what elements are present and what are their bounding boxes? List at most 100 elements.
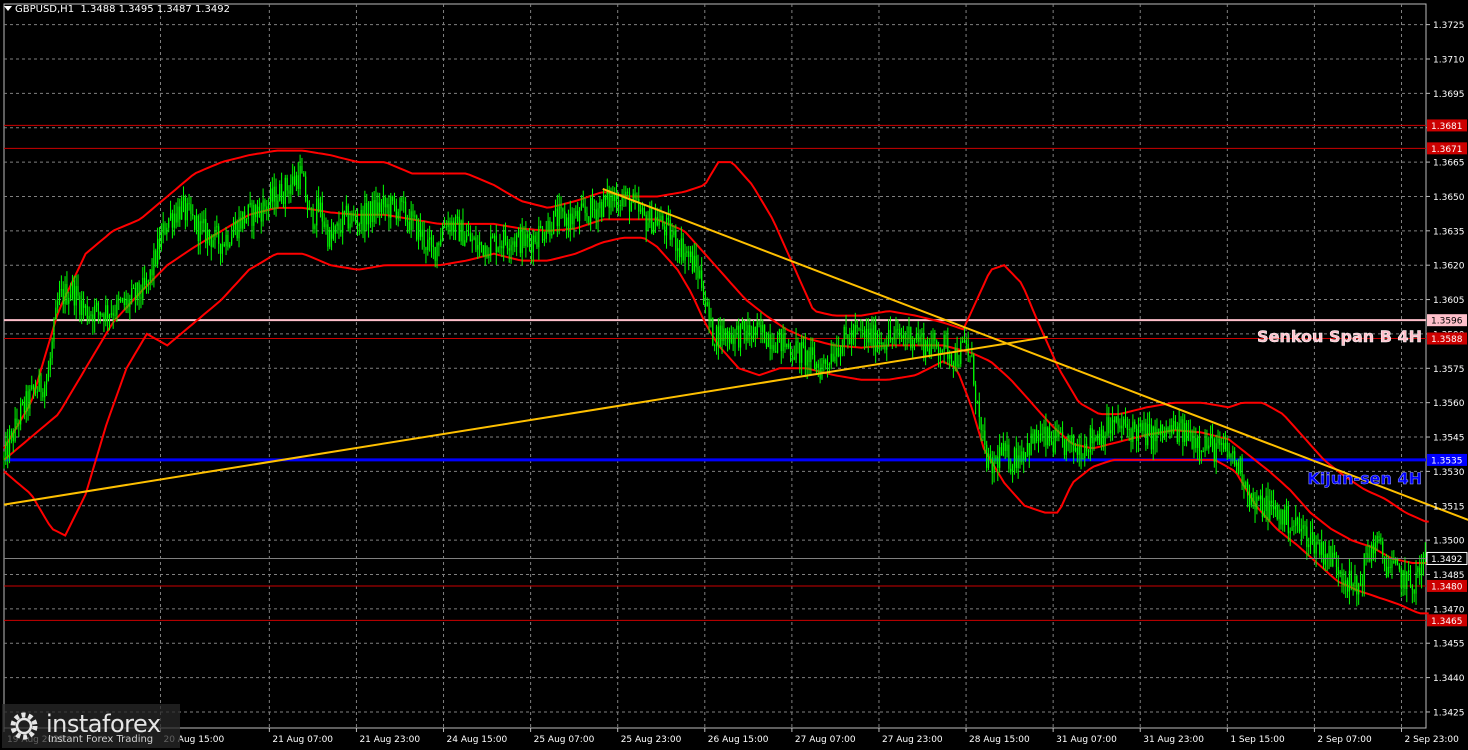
candle-body: [314, 225, 316, 229]
candle-body: [708, 302, 710, 321]
candle-body: [1295, 517, 1297, 526]
candle-body: [286, 177, 288, 191]
candle-body: [599, 202, 601, 209]
candle-body: [575, 210, 577, 217]
candle-body: [999, 447, 1001, 468]
candle-body: [847, 334, 849, 339]
candle-body: [23, 401, 25, 413]
candle-body: [425, 247, 427, 251]
candle-body: [1221, 442, 1223, 445]
candle-body: [1258, 496, 1260, 500]
gear-logo-icon: [10, 712, 38, 740]
candle-body: [430, 237, 433, 246]
candle-body: [330, 230, 333, 239]
candle-body: [584, 206, 586, 213]
candle-body: [1228, 451, 1230, 458]
candle-body: [1189, 431, 1191, 433]
candle-body: [179, 206, 181, 220]
candle-body: [1289, 530, 1291, 534]
candle-body: [945, 334, 947, 338]
candle-body: [715, 326, 718, 346]
candle-body: [1378, 536, 1380, 538]
candle-body: [284, 177, 286, 204]
candle-body: [390, 196, 392, 218]
candle-body: [627, 191, 629, 193]
candle-body: [1087, 451, 1090, 453]
y-tick-label: 1.3470: [1433, 605, 1465, 615]
candle-body: [210, 236, 212, 247]
candle-body: [395, 205, 397, 220]
candle-body: [29, 389, 31, 409]
candle-body: [1089, 428, 1091, 453]
candle-body: [3, 455, 5, 460]
candle-body: [5, 441, 7, 456]
candle-body: [79, 295, 81, 315]
candle-body: [1076, 448, 1078, 455]
candle-body: [247, 204, 249, 219]
candle-body: [62, 289, 64, 305]
candle-body: [845, 326, 847, 335]
candle-body: [467, 233, 470, 235]
candle-body: [47, 370, 50, 382]
candle-body: [525, 234, 527, 247]
candle-body: [18, 424, 20, 426]
candle-body: [1028, 443, 1030, 456]
candle-body: [1274, 506, 1276, 510]
candle-body: [203, 218, 205, 224]
candle-body: [173, 213, 175, 228]
candle-body: [258, 206, 260, 211]
candle-body: [556, 208, 558, 227]
price-chart[interactable]: 1.37251.37101.36951.36801.36651.36501.36…: [0, 0, 1468, 750]
candle-body: [580, 203, 583, 210]
candle-body: [119, 300, 122, 302]
candle-body: [699, 270, 701, 278]
candle-body: [658, 220, 660, 226]
candle-body: [801, 342, 803, 363]
candle-body: [516, 235, 518, 247]
candle-body: [34, 389, 37, 393]
candle-body: [554, 208, 557, 211]
candle-body: [1252, 493, 1254, 503]
candle-body: [442, 227, 444, 240]
candle-body: [429, 237, 431, 240]
candle-body: [514, 241, 516, 247]
candle-body: [31, 385, 33, 390]
level-price-tag-text: 1.3535: [1431, 456, 1463, 466]
candle-body: [493, 235, 496, 238]
candle-body: [355, 215, 357, 222]
candle-body: [508, 248, 510, 251]
candle-body: [1284, 509, 1286, 525]
candle-body: [186, 203, 188, 221]
candle-body: [1117, 416, 1119, 426]
candle-body: [588, 216, 590, 223]
level-price-tag-text: 1.3480: [1431, 582, 1463, 592]
symbol-label: GBPUSD,H1: [15, 4, 75, 15]
candle-body: [53, 319, 55, 342]
candle-body: [1254, 502, 1256, 510]
candle-body: [714, 345, 716, 347]
x-tick-label: 21 Aug 07:00: [272, 735, 333, 745]
candle-body: [484, 245, 486, 256]
candle-body: [867, 328, 869, 343]
candle-body: [765, 342, 768, 347]
candle-body: [166, 227, 168, 235]
candle-body: [782, 333, 784, 352]
candle-body: [536, 242, 538, 248]
candle-body: [689, 251, 692, 257]
candle-body: [1319, 542, 1321, 555]
candle-body: [194, 215, 196, 230]
candle-body: [386, 204, 388, 208]
candle-body: [1385, 566, 1388, 577]
candle-body: [958, 363, 960, 367]
candle-body: [823, 359, 825, 364]
candle-body: [95, 302, 98, 306]
candle-body: [12, 431, 14, 442]
candle-body: [223, 243, 225, 246]
candle-body: [329, 230, 331, 247]
candle-body: [541, 228, 544, 241]
dropdown-triangle-icon[interactable]: [4, 6, 12, 11]
candle-body: [416, 215, 418, 240]
candle-body: [697, 267, 699, 278]
candle-body: [1074, 448, 1077, 451]
candle-body: [140, 297, 142, 299]
